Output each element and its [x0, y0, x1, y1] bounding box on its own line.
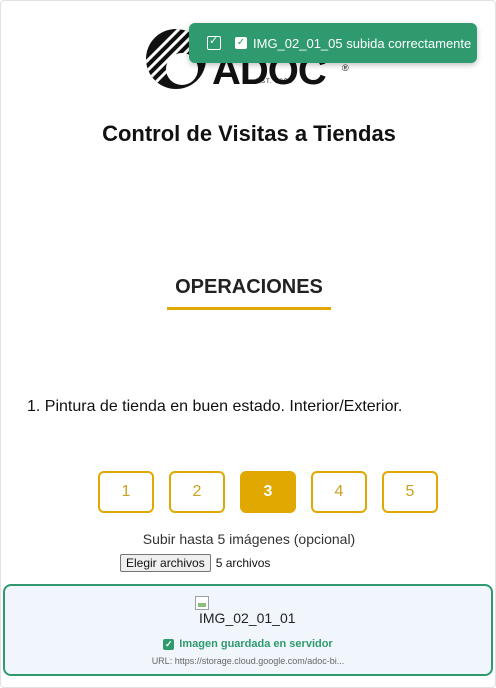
logo-established: EST. 1953: [256, 79, 293, 85]
success-toast: ✓ IMG_02_01_05 subida correctamente: [189, 23, 477, 63]
check-icon: ✓: [163, 638, 175, 650]
image-url: URL: https://storage.cloud.google.com/ad…: [151, 656, 345, 666]
app-frame: ADOC ® EST. 1953 Control de Visitas a Ti…: [0, 0, 496, 688]
question-text: 1. Pintura de tienda en buen estado. Int…: [27, 398, 403, 415]
image-preview: IMG_02_01_01: [195, 596, 296, 626]
step-button-2[interactable]: 2: [169, 471, 225, 513]
choose-files-button[interactable]: Elegir archivos: [120, 554, 211, 572]
logo-registered-mark: ®: [342, 63, 349, 73]
checkbox-icon: [207, 34, 221, 50]
upload-hint: Subir hasta 5 imágenes (opcional): [142, 531, 356, 547]
file-input-row: Elegir archivos 5 archivos: [120, 554, 270, 572]
section-heading: OPERACIONES: [175, 276, 323, 298]
step-button-1[interactable]: 1: [98, 471, 154, 513]
uploaded-image-card: IMG_02_01_01 ✓ Imagen guardada en servid…: [3, 584, 493, 676]
step-button-4[interactable]: 4: [311, 471, 367, 513]
saved-status-label: Imagen guardada en servidor: [179, 638, 333, 650]
image-alt-text: IMG_02_01_01: [199, 610, 296, 626]
files-selected-count: 5 archivos: [215, 556, 271, 570]
check-icon: ✓: [235, 37, 247, 49]
toast-message: IMG_02_01_05 subida correctamente: [253, 35, 472, 51]
broken-image-icon: [195, 596, 209, 610]
rating-steps: 1 2 3 4 5: [98, 471, 438, 513]
page-title: Control de Visitas a Tiendas: [102, 121, 396, 146]
section-underline: [167, 307, 331, 310]
step-button-5[interactable]: 5: [382, 471, 438, 513]
step-button-3[interactable]: 3: [240, 471, 296, 513]
saved-status: ✓ Imagen guardada en servidor: [5, 638, 491, 650]
